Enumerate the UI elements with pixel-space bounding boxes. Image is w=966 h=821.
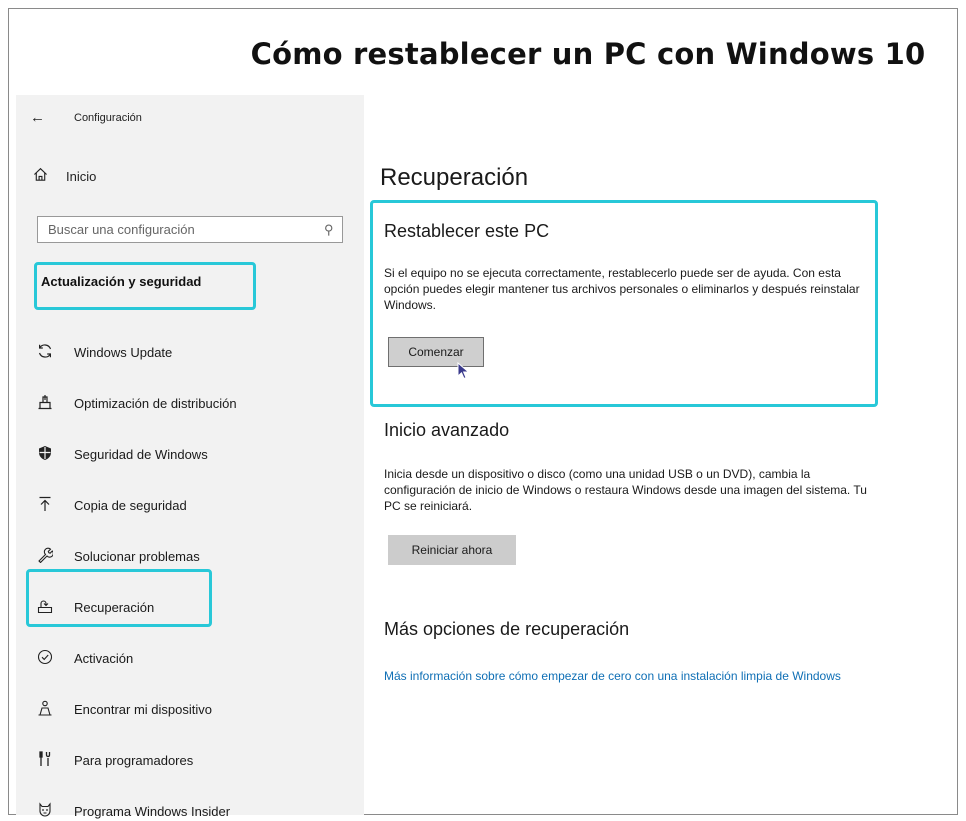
sidebar-item-label: Seguridad de Windows bbox=[74, 447, 208, 462]
sidebar-item-find-my-device[interactable]: Encontrar mi dispositivo bbox=[34, 684, 354, 735]
title-bar: ← Configuración bbox=[30, 109, 142, 126]
insider-cat-icon bbox=[34, 801, 56, 821]
check-circle-icon bbox=[34, 649, 56, 669]
main-content: Recuperación Restablecer este PC Si el e… bbox=[370, 95, 956, 815]
search-placeholder: Buscar una configuración bbox=[48, 222, 195, 237]
developer-tools-icon bbox=[34, 750, 56, 771]
search-icon[interactable]: ⚲ bbox=[324, 222, 334, 238]
sidebar-item-label: Activación bbox=[74, 651, 134, 666]
back-arrow-icon[interactable]: ← bbox=[30, 109, 54, 126]
sidebar-item-label: Windows Update bbox=[74, 345, 173, 360]
recovery-highlight-box bbox=[26, 569, 212, 627]
sidebar-item-delivery-optimization[interactable]: Optimización de distribución bbox=[34, 378, 354, 429]
clean-install-link[interactable]: Más información sobre cómo empezar de ce… bbox=[384, 668, 854, 684]
shield-icon bbox=[34, 445, 56, 465]
sidebar-item-home[interactable]: Inicio bbox=[30, 167, 96, 186]
sidebar-item-backup[interactable]: Copia de seguridad bbox=[34, 480, 354, 531]
reset-title: Restablecer este PC bbox=[384, 221, 550, 241]
sidebar-item-label: Copia de seguridad bbox=[74, 498, 187, 513]
backup-icon bbox=[34, 496, 56, 516]
sidebar-item-windows-insider[interactable]: Programa Windows Insider bbox=[34, 786, 354, 821]
home-icon bbox=[30, 167, 50, 186]
section-highlight-box bbox=[34, 262, 256, 310]
person-location-icon bbox=[34, 700, 56, 720]
page-title: Recuperación bbox=[380, 164, 529, 191]
mouse-cursor-icon bbox=[457, 362, 470, 380]
sidebar-item-label: Optimización de distribución bbox=[74, 396, 237, 411]
search-input[interactable]: Buscar una configuración ⚲ bbox=[37, 216, 343, 243]
more-recovery-title: Más opciones de recuperación bbox=[384, 619, 630, 639]
sidebar-item-label: Programa Windows Insider bbox=[74, 804, 231, 819]
delivery-icon bbox=[34, 394, 56, 414]
reset-description: Si el equipo no se ejecuta correctamente… bbox=[384, 266, 860, 312]
advanced-startup-description: Inicia desde un dispositivo o disco (com… bbox=[384, 467, 867, 513]
sidebar-item-activation[interactable]: Activación bbox=[34, 633, 354, 684]
restart-now-button[interactable]: Reiniciar ahora bbox=[388, 535, 516, 565]
app-title: Configuración bbox=[74, 111, 142, 124]
home-label: Inicio bbox=[66, 169, 97, 184]
sidebar-item-developers[interactable]: Para programadores bbox=[34, 735, 354, 786]
article-headline: Cómo restablecer un PC con Windows 10 bbox=[250, 37, 926, 71]
sidebar-item-windows-update[interactable]: Windows Update bbox=[34, 327, 354, 378]
sidebar-item-windows-security[interactable]: Seguridad de Windows bbox=[34, 429, 354, 480]
settings-window: ← Configuración Inicio Buscar una config… bbox=[16, 95, 956, 819]
sidebar-item-label: Para programadores bbox=[74, 753, 194, 768]
sidebar-item-label: Encontrar mi dispositivo bbox=[74, 702, 212, 717]
advanced-startup-title: Inicio avanzado bbox=[384, 420, 510, 440]
sync-icon bbox=[34, 343, 56, 363]
wrench-icon bbox=[34, 547, 56, 567]
sidebar: ← Configuración Inicio Buscar una config… bbox=[16, 95, 364, 819]
sidebar-item-label: Solucionar problemas bbox=[74, 549, 200, 564]
